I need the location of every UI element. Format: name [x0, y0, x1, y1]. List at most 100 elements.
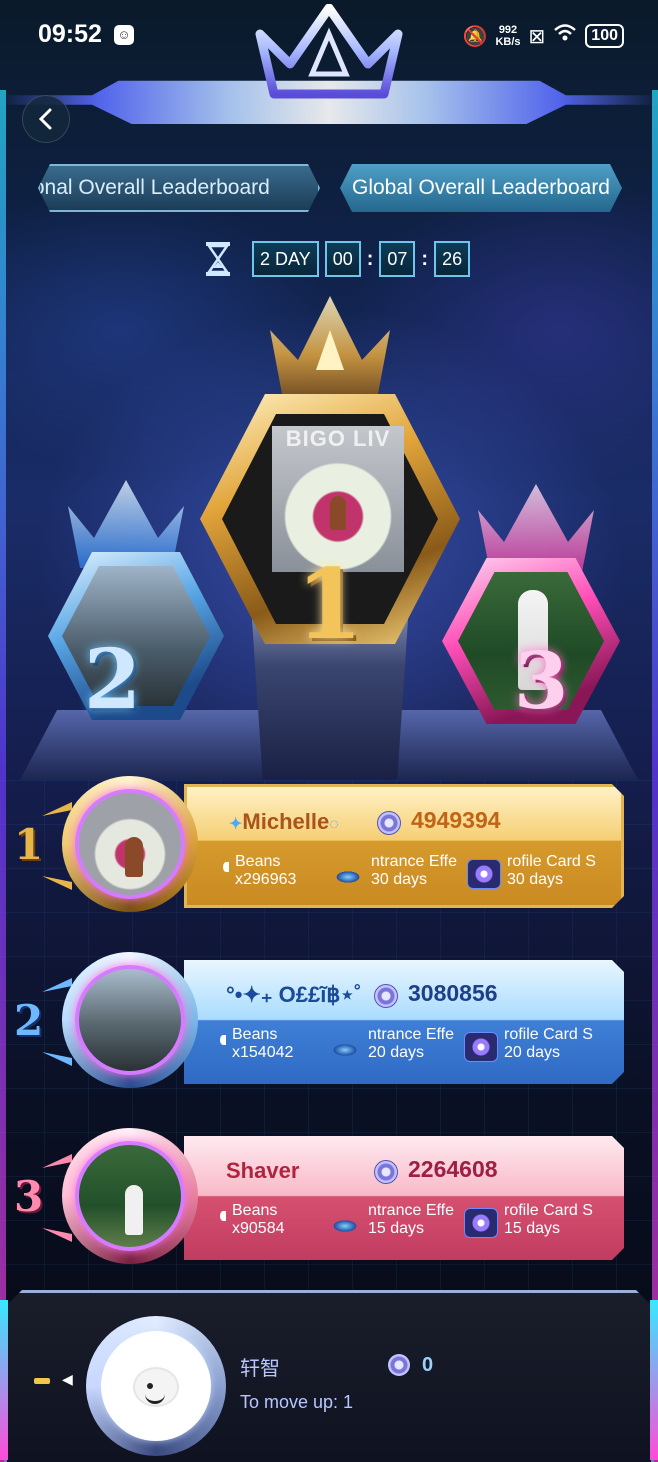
- leaderboard-row[interactable]: 1 ✦Michelle◌ 4949394 Beans x296963 ntranc…: [0, 776, 658, 916]
- tab-global-label: Global Overall Leaderboard: [352, 176, 610, 199]
- reward-label: ntrance Effe: [368, 1202, 454, 1219]
- reward-value: 30 days: [371, 871, 428, 888]
- reward-beans: Beans x296963: [235, 853, 325, 899]
- countdown-separator: :: [366, 247, 374, 270]
- back-button[interactable]: [22, 95, 70, 143]
- tab-regional-label: ional Overall Leaderboard: [38, 176, 270, 199]
- rank-number: 1: [14, 820, 44, 869]
- default-avatar-icon: [101, 1331, 211, 1441]
- leaderboard-row[interactable]: 3 Shaver 2264608 Beans x90584 ntrance Eff…: [0, 1128, 658, 1268]
- user-name: Shaver: [226, 1158, 300, 1183]
- car-icon: [328, 1032, 362, 1062]
- avatar-photo: [75, 789, 185, 899]
- reward-value: x90584: [232, 1220, 285, 1237]
- reward-entrance-effect: ntrance Effe 15 days: [368, 1202, 458, 1248]
- net-speed-value: 992: [498, 24, 518, 36]
- car-icon: [328, 1208, 362, 1238]
- my-move-up-text: To move up: 1: [240, 1392, 354, 1412]
- chevron-left-icon: [38, 108, 52, 130]
- rank-number: 3: [14, 1172, 44, 1221]
- user-score: 4949394: [411, 807, 501, 833]
- bean-icon: [223, 862, 229, 872]
- sparkle-icon: ✦: [229, 816, 243, 833]
- status-icons: 🔕 992 KB/s ⊠ 100: [463, 22, 624, 50]
- reward-label: Beans: [232, 1026, 278, 1043]
- profile-card-icon: [467, 859, 501, 889]
- wifi-icon: [553, 23, 577, 49]
- countdown-seconds: 26: [434, 241, 471, 277]
- user-name-text: Michelle: [242, 809, 330, 834]
- mute-icon: 🔕: [462, 25, 488, 48]
- avatar-photo: [75, 965, 185, 1075]
- hourglass-icon: [206, 242, 230, 276]
- user-score: 2264608: [408, 1156, 498, 1182]
- reward-value: 30 days: [507, 871, 564, 888]
- watermark-text: BIGO LIV: [285, 426, 391, 451]
- reward-beans: Beans x154042: [232, 1026, 322, 1072]
- reward-value: x154042: [232, 1044, 294, 1061]
- coin-icon: [374, 1160, 398, 1184]
- net-speed-unit: KB/s: [495, 36, 521, 48]
- profile-card-icon: [464, 1032, 498, 1062]
- second-place-number: 2: [84, 632, 142, 728]
- reward-label: Beans: [232, 1202, 278, 1219]
- leaderboard-row[interactable]: 2 °•✦₊ O££ĩ฿⋆˚ 3080856 Beans x154042 ntra…: [0, 952, 658, 1092]
- avatar-photo: [75, 1141, 185, 1251]
- rank-card: Shaver 2264608 Beans x90584 ntrance Effe 1…: [184, 1136, 624, 1260]
- tab-global-leaderboard[interactable]: Global Overall Leaderboard: [340, 164, 622, 212]
- reward-value: 15 days: [368, 1220, 425, 1237]
- gold-crown-icon: [270, 296, 390, 394]
- reward-value: 20 days: [504, 1044, 561, 1061]
- countdown-separator: :: [421, 247, 429, 270]
- triangle-left-icon: ◀: [62, 1371, 73, 1387]
- third-place-number: 3: [514, 636, 569, 727]
- reward-label: ntrance Effe: [371, 853, 457, 870]
- user-score: 3080856: [408, 980, 498, 1006]
- my-rank-indicator: [34, 1378, 50, 1384]
- reward-profile-card: rofile Card S 20 days: [504, 1026, 596, 1072]
- panel-glow-left: [0, 1300, 8, 1460]
- avatar[interactable]: [62, 952, 198, 1088]
- reward-label: rofile Card S: [504, 1026, 593, 1043]
- profile-card-icon: [464, 1208, 498, 1238]
- rank-card: °•✦₊ O££ĩ฿⋆˚ 3080856 Beans x154042 ntranc…: [184, 960, 624, 1084]
- tab-regional-leaderboard[interactable]: ional Overall Leaderboard: [38, 164, 320, 212]
- coin-icon: [388, 1354, 410, 1376]
- reward-entrance-effect: ntrance Effe 30 days: [371, 853, 461, 899]
- reward-value: 15 days: [504, 1220, 561, 1237]
- panel-glow-right: [650, 1300, 658, 1460]
- my-name: 轩智: [240, 1356, 280, 1380]
- reward-label: Beans: [235, 853, 281, 870]
- reward-label: ntrance Effe: [368, 1026, 454, 1043]
- reward-label: rofile Card S: [507, 853, 596, 870]
- countdown-timer: 2 DAY 00 : 07 : 26: [204, 240, 471, 278]
- my-avatar[interactable]: [86, 1316, 226, 1456]
- status-time: 09:52: [38, 20, 102, 48]
- battery-icon: 100: [585, 24, 624, 48]
- reward-profile-card: rofile Card S 30 days: [507, 853, 599, 899]
- sim-icon: ⊠: [528, 25, 546, 48]
- app-icon: ☺: [114, 25, 134, 45]
- reward-label: rofile Card S: [504, 1202, 593, 1219]
- rank-card: ✦Michelle◌ 4949394 Beans x296963 ntrance …: [184, 784, 624, 908]
- countdown-days: 2 DAY: [252, 241, 319, 277]
- bubble-icon: ◌: [329, 816, 339, 833]
- podium: BIGO LIV 1 2 3: [0, 290, 658, 790]
- avatar[interactable]: [62, 776, 198, 912]
- bean-icon: [220, 1035, 226, 1045]
- first-place-number: 1: [296, 548, 363, 661]
- reward-value: 20 days: [368, 1044, 425, 1061]
- reward-beans: Beans x90584: [232, 1202, 322, 1248]
- bean-icon: [220, 1211, 226, 1221]
- coin-icon: [377, 811, 401, 835]
- countdown-minutes: 07: [379, 241, 416, 277]
- reward-profile-card: rofile Card S 15 days: [504, 1202, 596, 1248]
- car-icon: [331, 859, 365, 889]
- reward-entrance-effect: ntrance Effe 20 days: [368, 1026, 458, 1072]
- user-name: ✦Michelle◌: [229, 809, 339, 835]
- user-name: °•✦₊ O££ĩ฿⋆˚: [226, 982, 362, 1007]
- status-bar: 09:52 ☺ 🔕 992 KB/s ⊠ 100: [0, 0, 658, 70]
- rank-number: 2: [14, 996, 44, 1045]
- coin-icon: [374, 984, 398, 1008]
- avatar[interactable]: [62, 1128, 198, 1264]
